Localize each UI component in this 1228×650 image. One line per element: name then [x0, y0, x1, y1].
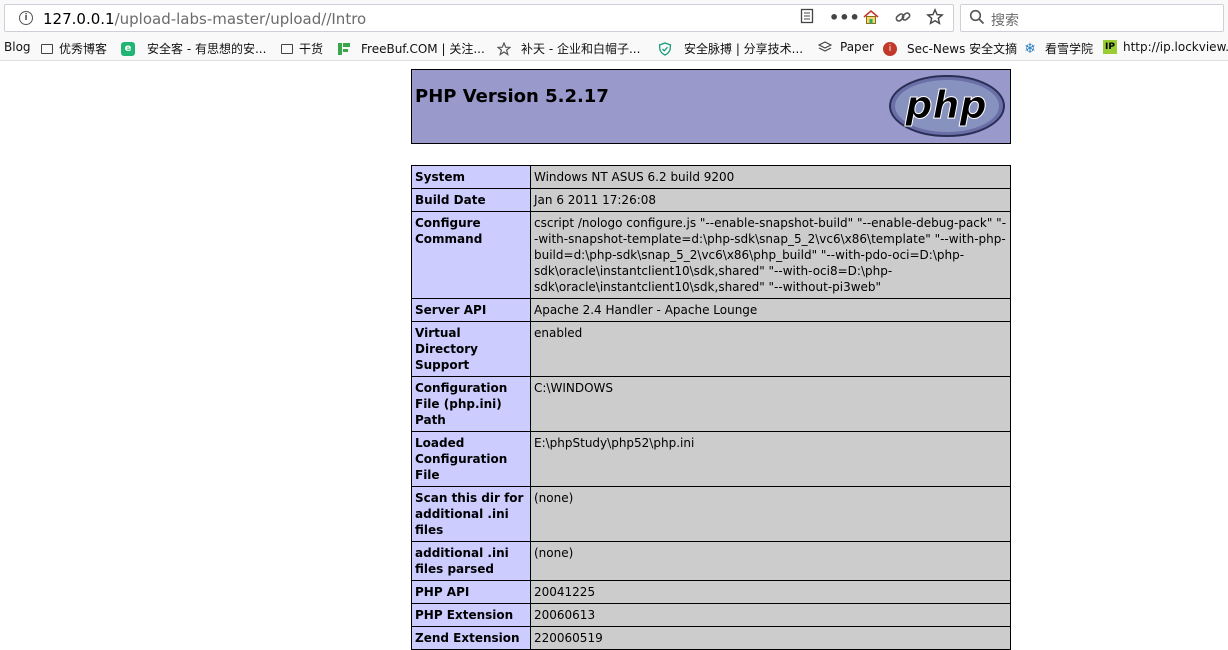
secnews-icon: i	[883, 41, 897, 56]
row-value: enabled	[530, 321, 1011, 377]
kanxue-icon: ❄	[1024, 40, 1036, 57]
row-key: additional .ini files parsed	[411, 541, 531, 581]
info-icon[interactable]: i	[19, 11, 33, 25]
php-logo[interactable]: php	[888, 74, 1006, 142]
paper-icon	[817, 40, 833, 54]
bookmark-label: 补天 - 企业和白帽子...	[521, 42, 641, 56]
bookmark-label: 安全脉搏 | 分享技术...	[684, 42, 804, 56]
row-value: 20060613	[530, 603, 1011, 627]
link-icon[interactable]	[893, 8, 913, 28]
row-value: 20041225	[530, 580, 1011, 604]
bookmark-ip-lockview[interactable]: IP http://ip.lockview.c	[1103, 40, 1228, 54]
ip-icon: IP	[1103, 40, 1117, 54]
search-icon	[969, 9, 985, 29]
row-key: Loaded Configuration File	[411, 431, 531, 487]
table-row: Zend Extension 220060519	[411, 626, 1011, 650]
bookmark-blog[interactable]: Blog	[4, 40, 31, 54]
search-placeholder: 搜索	[991, 13, 1019, 29]
row-key: Zend Extension	[411, 626, 531, 650]
bookmarks-bar: Blog 优秀博客 e 安全客 - 有思想的安... 干货 FreeBuf.CO…	[0, 36, 1228, 61]
home-icon[interactable]	[861, 8, 881, 28]
folder-icon	[41, 43, 53, 54]
bookmark-label: Paper	[840, 40, 874, 54]
bookmark-label: FreeBuf.COM | 关注...	[361, 42, 485, 56]
address-bar[interactable]: i 127.0.0.1/upload-labs-master/upload//I…	[4, 4, 954, 32]
url-path: /upload-labs-master/upload//Intro	[114, 10, 367, 28]
url-text[interactable]: 127.0.0.1/upload-labs-master/upload//Int…	[43, 10, 366, 28]
bookmark-label: 安全客 - 有思想的安...	[147, 42, 267, 56]
table-row: Configuration File (php.ini) Path C:\WIND…	[411, 376, 1011, 432]
row-value: Jan 6 2011 17:26:08	[530, 188, 1011, 212]
bookmark-label: 看雪学院	[1045, 42, 1094, 56]
table-row: Configure Command cscript /nologo configu…	[411, 211, 1011, 299]
bookmark-secnews[interactable]: i Sec-News 安全文摘	[883, 40, 1017, 57]
bookmark-folder-ganhuo[interactable]: 干货	[281, 40, 323, 57]
row-value: (none)	[530, 486, 1011, 542]
row-key: Server API	[411, 298, 531, 322]
row-value: E:\phpStudy\php52\php.ini	[530, 431, 1011, 487]
url-actions: •••	[797, 8, 945, 28]
row-key: PHP API	[411, 580, 531, 604]
bookmark-paper[interactable]: Paper	[817, 40, 874, 54]
row-value: cscript /nologo configure.js "--enable-s…	[530, 211, 1011, 299]
row-key: System	[411, 165, 531, 189]
bookmark-freebuf[interactable]: FreeBuf.COM | 关注...	[337, 40, 485, 57]
bookmark-label: Blog	[4, 40, 31, 54]
search-bar[interactable]: 搜索	[960, 4, 1224, 32]
row-value: C:\WINDOWS	[530, 376, 1011, 432]
table-row: Virtual Directory Support enabled	[411, 321, 1011, 377]
row-value: Windows NT ASUS 6.2 build 9200	[530, 165, 1011, 189]
secpulse-icon	[658, 41, 672, 56]
freebuf-icon	[337, 42, 351, 56]
reader-view-icon[interactable]	[797, 8, 817, 28]
bookmark-label: 优秀博客	[59, 42, 108, 56]
bookmark-folder-youxiu[interactable]: 优秀博客	[41, 40, 107, 57]
folder-icon	[281, 43, 293, 54]
phpinfo-table: System Windows NT ASUS 6.2 build 9200 Bui…	[411, 165, 1011, 650]
row-value: (none)	[530, 541, 1011, 581]
bookmark-kanxue[interactable]: ❄ 看雪学院	[1023, 40, 1093, 57]
table-row: PHP API 20041225	[411, 580, 1011, 604]
row-value: 220060519	[530, 626, 1011, 650]
table-row: PHP Extension 20060613	[411, 603, 1011, 627]
bookmark-star-icon[interactable]	[925, 8, 945, 28]
table-row: Build Date Jan 6 2011 17:26:08	[411, 188, 1011, 212]
table-row: System Windows NT ASUS 6.2 build 9200	[411, 165, 1011, 189]
row-key: Configuration File (php.ini) Path	[411, 376, 531, 432]
table-row: additional .ini files parsed (none)	[411, 541, 1011, 581]
anquanke-icon: e	[121, 41, 135, 56]
php-logo-text: php	[904, 83, 986, 127]
bookmark-label: 干货	[299, 42, 324, 56]
more-actions-icon[interactable]: •••	[829, 8, 860, 28]
phpinfo-header: PHP Version 5.2.17 php	[411, 69, 1011, 144]
browser-toolbar: i 127.0.0.1/upload-labs-master/upload//I…	[0, 0, 1228, 36]
row-value: Apache 2.4 Handler - Apache Lounge	[530, 298, 1011, 322]
bookmark-anquanke[interactable]: e 安全客 - 有思想的安...	[121, 40, 266, 57]
row-key: Scan this dir for additional .ini files	[411, 486, 531, 542]
php-version-title: PHP Version 5.2.17	[415, 86, 609, 107]
row-key: PHP Extension	[411, 603, 531, 627]
row-key: Virtual Directory Support	[411, 321, 531, 377]
table-row: Scan this dir for additional .ini files(…	[411, 486, 1011, 542]
bookmark-butian[interactable]: 补天 - 企业和白帽子...	[496, 40, 641, 57]
table-row: Loaded Configuration File E:\phpStudy\php…	[411, 431, 1011, 487]
butian-icon	[496, 40, 512, 56]
bookmark-secpulse[interactable]: 安全脉搏 | 分享技术...	[658, 40, 803, 57]
row-key: Configure Command	[411, 211, 531, 299]
row-key: Build Date	[411, 188, 531, 212]
url-host: 127.0.0.1	[43, 10, 115, 28]
table-row: Server API Apache 2.4 Handler - Apache Lo…	[411, 298, 1011, 322]
bookmark-label: http://ip.lockview.c	[1123, 40, 1228, 54]
bookmark-label: Sec-News 安全文摘	[907, 42, 1018, 56]
